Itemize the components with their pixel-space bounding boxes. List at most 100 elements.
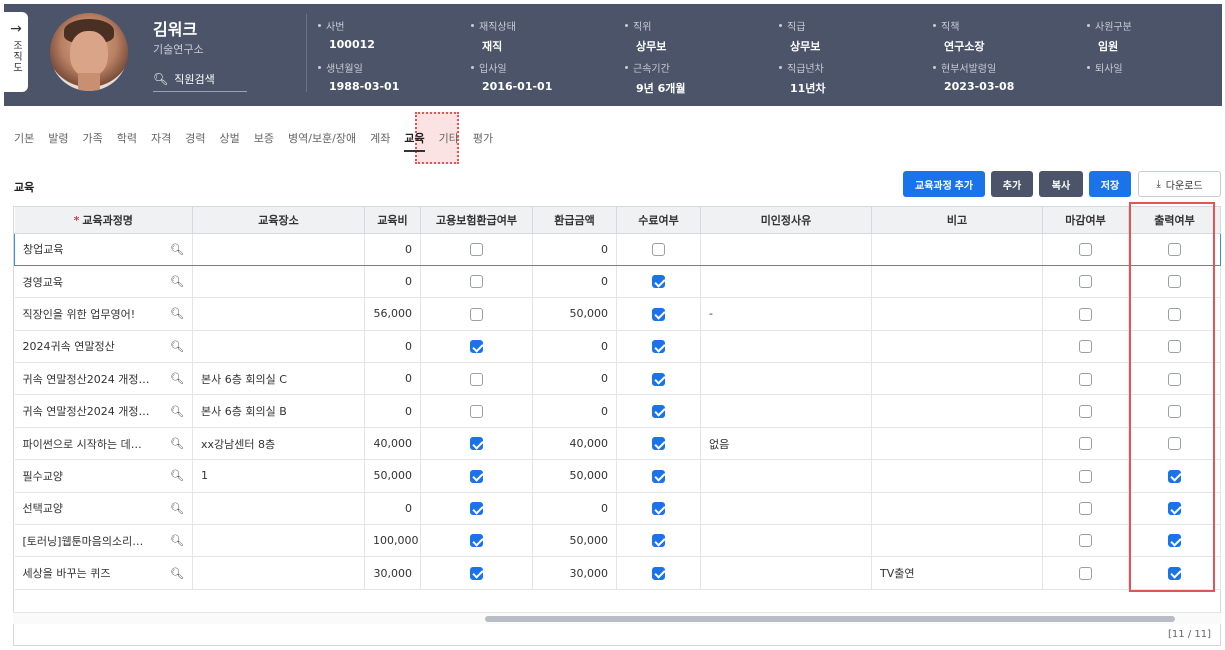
course-name-cell[interactable]: 세상을 바꾸는 퀴즈 🔍︎ [14,556,193,590]
search-icon[interactable]: 🔍︎ [170,405,184,418]
tab-item[interactable]: 학력 [117,124,137,154]
place-cell[interactable] [192,492,365,526]
note-cell[interactable] [871,459,1043,493]
refund-amount-cell[interactable]: 0 [532,492,617,526]
refund-checkbox[interactable] [470,275,483,289]
search-icon[interactable]: 🔍︎ [170,534,184,547]
employee-search[interactable]: 🔍︎ 직원검색 [153,66,247,92]
fee-cell[interactable]: 40,000 [364,427,421,461]
completed-checkbox[interactable] [652,372,665,386]
tab-item[interactable]: 기타 [439,124,459,154]
completed-checkbox[interactable] [652,437,665,451]
fee-cell[interactable]: 30,000 [364,556,421,590]
completed-checkbox[interactable] [652,340,665,354]
place-cell[interactable] [192,524,365,558]
closed-checkbox[interactable] [1079,534,1092,548]
add-course-button[interactable]: 교육과정 추가 [903,171,985,197]
reason-cell[interactable] [700,232,872,266]
refund-amount-cell[interactable]: 50,000 [532,524,617,558]
refund-checkbox[interactable] [470,469,483,483]
fee-cell[interactable]: 100,000 [364,524,421,558]
place-cell[interactable]: 1 [192,459,365,493]
fee-cell[interactable]: 0 [364,265,421,299]
refund-amount-cell[interactable]: 0 [532,265,617,299]
reason-cell[interactable] [700,459,872,493]
fee-cell[interactable]: 56,000 [364,297,421,331]
print-checkbox[interactable] [1168,469,1181,483]
fee-cell[interactable]: 0 [364,232,421,266]
horizontal-scrollbar[interactable] [13,612,1221,624]
course-name-cell[interactable]: 파이썬으로 시작하는 데… 🔍︎ [14,427,193,461]
refund-checkbox[interactable] [470,340,483,354]
completed-checkbox[interactable] [652,242,665,256]
print-checkbox[interactable] [1168,404,1181,418]
search-icon[interactable]: 🔍︎ [170,567,184,580]
place-cell[interactable] [192,265,365,299]
search-icon[interactable]: 🔍︎ [170,502,184,515]
print-checkbox[interactable] [1168,275,1181,289]
reason-cell[interactable] [700,362,872,396]
completed-checkbox[interactable] [652,566,665,580]
course-name-cell[interactable]: 경영교육 🔍︎ [14,265,193,299]
tab-item[interactable]: 교육 [404,124,425,154]
refund-checkbox[interactable] [470,534,483,548]
refund-amount-cell[interactable]: 50,000 [532,459,617,493]
completed-checkbox[interactable] [652,275,665,289]
tab-item[interactable]: 상벌 [220,124,240,154]
completed-checkbox[interactable] [652,534,665,548]
tab-item[interactable]: 기본 [14,124,34,154]
add-button[interactable]: 추가 [991,171,1033,197]
table-row[interactable]: 세상을 바꾸는 퀴즈 🔍︎ 30,000 30,000 TV출연 [14,556,1221,590]
search-icon[interactable]: 🔍︎ [170,437,184,450]
place-cell[interactable] [192,556,365,590]
closed-checkbox[interactable] [1079,275,1092,289]
completed-checkbox[interactable] [652,469,665,483]
fee-cell[interactable]: 50,000 [364,459,421,493]
place-cell[interactable]: 본사 6층 회의실 B [192,394,365,428]
tab-item[interactable]: 발령 [48,124,68,154]
course-name-cell[interactable]: 선택교양 🔍︎ [14,492,193,526]
copy-button[interactable]: 복사 [1039,171,1083,197]
closed-checkbox[interactable] [1079,469,1092,483]
completed-checkbox[interactable] [652,502,665,516]
completed-checkbox[interactable] [652,307,665,321]
org-chart-tab[interactable]: → 조직도 [4,12,28,92]
place-cell[interactable] [192,330,365,364]
note-cell[interactable] [871,232,1043,266]
scrollbar-thumb[interactable] [485,616,1175,622]
refund-amount-cell[interactable]: 0 [532,330,617,364]
tab-item[interactable]: 보증 [254,124,274,154]
closed-checkbox[interactable] [1079,437,1092,451]
fee-cell[interactable]: 0 [364,492,421,526]
fee-cell[interactable]: 0 [364,330,421,364]
tab-item[interactable]: 평가 [473,124,493,154]
table-row[interactable]: 귀속 연말정산2024 개정… 🔍︎ 본사 6층 회의실 B00 [14,394,1221,428]
tab-item[interactable]: 가족 [83,124,103,154]
tab-item[interactable]: 병역/보훈/장애 [288,124,356,154]
print-checkbox[interactable] [1168,502,1181,516]
print-checkbox[interactable] [1168,340,1181,354]
download-button[interactable]: ⤓ 다운로드 [1138,171,1221,197]
print-checkbox[interactable] [1168,437,1181,451]
tab-item[interactable]: 자격 [151,124,171,154]
course-name-cell[interactable]: 귀속 연말정산2024 개정… 🔍︎ [14,362,193,396]
note-cell[interactable] [871,265,1043,299]
table-row[interactable]: 2024귀속 연말정산 🔍︎ 0 0 [14,330,1221,364]
place-cell[interactable] [192,297,365,331]
refund-amount-cell[interactable]: 0 [532,362,617,396]
refund-amount-cell[interactable]: 50,000 [532,297,617,331]
reason-cell[interactable]: 없음 [700,427,872,461]
print-checkbox[interactable] [1168,307,1181,321]
refund-checkbox[interactable] [470,404,483,418]
note-cell[interactable] [871,427,1043,461]
refund-checkbox[interactable] [470,566,483,580]
reason-cell[interactable]: - [700,297,872,331]
reason-cell[interactable] [700,265,872,299]
print-checkbox[interactable] [1168,372,1181,386]
closed-checkbox[interactable] [1079,307,1092,321]
table-row[interactable]: 창업교육 🔍︎ 0 0 [14,232,1221,266]
course-name-cell[interactable]: 창업교육 🔍︎ [14,232,193,266]
closed-checkbox[interactable] [1079,566,1092,580]
refund-amount-cell[interactable]: 40,000 [532,427,617,461]
reason-cell[interactable] [700,556,872,590]
